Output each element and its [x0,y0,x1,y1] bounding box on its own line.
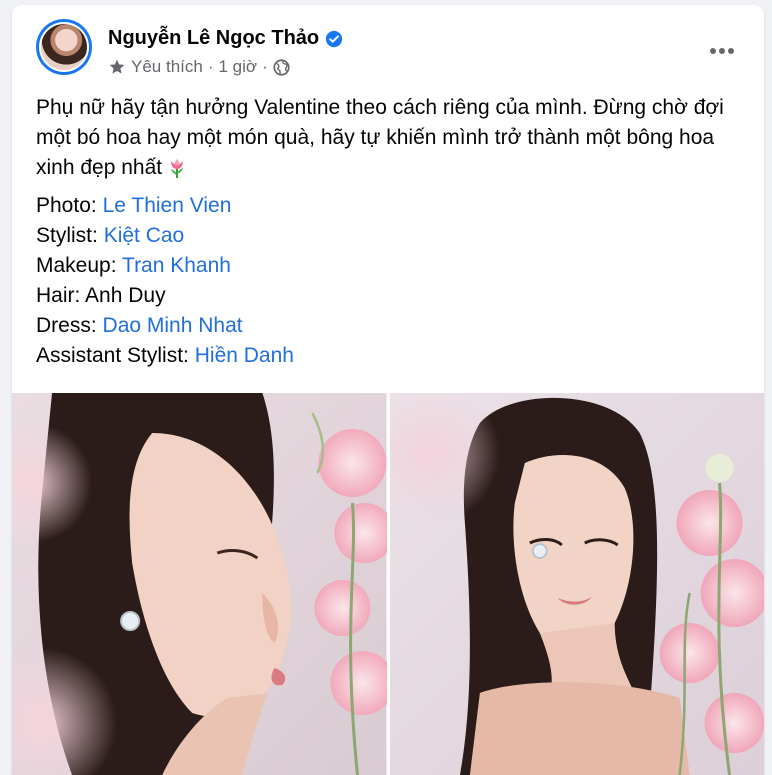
portrait-front-photo [389,393,764,775]
author-row: Nguyễn Lê Ngọc Thảo [108,27,343,50]
photo-grid [12,393,764,775]
meta-separator: · [262,57,268,76]
avatar-border [39,22,89,72]
credit-stylist: Stylist: Kiệt Cao [36,221,740,251]
avatar[interactable] [36,19,92,75]
post-text-paragraph: Phụ nữ hãy tận hưởng Valentine theo cách… [36,93,740,183]
credit-dress-link[interactable]: Dao Minh Nhat [103,314,243,337]
globe-icon[interactable] [273,58,290,76]
credit-label: Hair: [36,284,81,307]
star-icon [109,59,125,74]
credit-hair: Hair: Anh Duy [36,281,740,311]
post-photo-1[interactable] [12,393,387,775]
post-header: Nguyễn Lê Ngọc Thảo Yêu thích · 1 giờ · [12,5,764,87]
meta-separator: · [207,57,214,76]
avatar-photo [41,24,87,70]
more-dots-icon [710,48,734,54]
credit-assistant-stylist: Assistant Stylist: Hiền Danh [36,341,740,371]
credit-label: Makeup: [36,254,117,277]
page-category: Yêu thích [131,57,203,76]
post-body: Phụ nữ hãy tận hưởng Valentine theo cách… [36,93,740,371]
credit-assistant-stylist-link[interactable]: Hiền Danh [195,344,294,367]
post-meta: Yêu thích · 1 giờ · [108,57,290,77]
credit-makeup-link[interactable]: Tran Khanh [122,254,231,277]
portrait-profile-photo [12,393,387,775]
credit-makeup: Makeup: Tran Khanh [36,251,740,281]
tulip-emoji-icon [171,159,184,179]
credit-label: Stylist: [36,224,98,247]
credit-label: Assistant Stylist: [36,344,189,367]
credit-label: Photo: [36,194,97,217]
verified-badge-icon [326,30,343,47]
post-time[interactable]: 1 giờ [219,57,258,77]
author-name[interactable]: Nguyễn Lê Ngọc Thảo [108,27,319,50]
post-text: Phụ nữ hãy tận hưởng Valentine theo cách… [36,96,724,179]
credit-hair-value: Anh Duy [85,284,166,307]
credit-dress: Dress: Dao Minh Nhat [36,311,740,341]
post-photo-2[interactable] [389,393,764,775]
credit-stylist-link[interactable]: Kiệt Cao [104,224,185,247]
post-card: Nguyễn Lê Ngọc Thảo Yêu thích · 1 giờ · [12,5,764,775]
credit-label: Dress: [36,314,97,337]
credit-photo-link[interactable]: Le Thien Vien [103,194,232,217]
more-options-button[interactable] [704,33,740,69]
credit-photo: Photo: Le Thien Vien [36,191,740,221]
